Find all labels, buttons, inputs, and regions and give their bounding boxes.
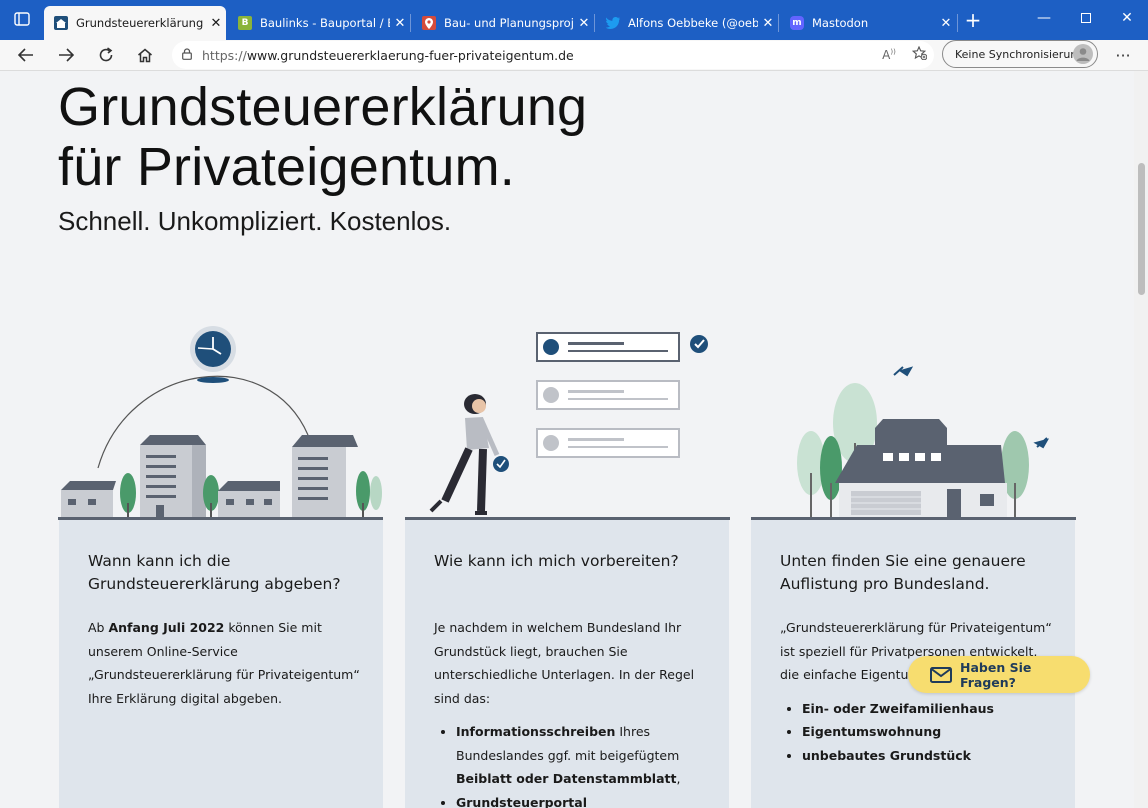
house-illustration bbox=[751, 323, 1076, 523]
checklist-illustration bbox=[405, 323, 730, 523]
tab-label: Bau- und Planungsprojekt bbox=[444, 16, 574, 30]
card-title: Wann kann ich die Grundsteuererklärung a… bbox=[88, 552, 341, 593]
favorite-star-icon[interactable] bbox=[904, 45, 934, 64]
tab-grundsteuer[interactable]: Grundsteuererklärung für ✕ bbox=[44, 6, 226, 40]
list-item: unbebautes Grundstück bbox=[802, 744, 1052, 768]
tab-baulinks[interactable]: B Baulinks - Bauportal / Bau ✕ bbox=[228, 6, 410, 40]
tab-label: Baulinks - Bauportal / Bau bbox=[260, 16, 390, 30]
page-title-line1: Grundsteuererklärung bbox=[58, 77, 588, 137]
list-item-bold: Eigentumswohnung bbox=[802, 724, 942, 739]
more-options-icon[interactable]: ··· bbox=[1110, 42, 1136, 68]
lock-icon[interactable] bbox=[172, 47, 202, 63]
tab-twitter[interactable]: Alfons Oebbeke (@oebbe ✕ bbox=[596, 6, 778, 40]
tab-strip: Grundsteuererklärung für ✕ B Baulinks - … bbox=[0, 0, 1148, 40]
close-icon[interactable]: ✕ bbox=[390, 16, 410, 31]
read-aloud-icon[interactable]: A)) bbox=[874, 48, 904, 62]
page-scrollbar[interactable] bbox=[1134, 71, 1148, 808]
list-item-text: , bbox=[676, 771, 681, 786]
card-text: Je nachdem in welchem Bundesland Ihr Gru… bbox=[434, 616, 706, 808]
mail-icon bbox=[930, 666, 952, 683]
tab-planungsprojekt[interactable]: Bau- und Planungsprojekt ✕ bbox=[412, 6, 594, 40]
list-item: Ein- oder Zweifamilienhaus bbox=[802, 697, 1052, 721]
list-item-bold: unbebautes Grundstück bbox=[802, 747, 971, 763]
tab-divider bbox=[957, 14, 958, 32]
card-title: Wie kann ich mich vorbereiten? bbox=[434, 552, 679, 570]
page-title-line2: für Privateigentum. bbox=[58, 137, 515, 197]
list-item-bold: Ein- oder Zweifamilienhaus bbox=[802, 700, 994, 716]
address-toolbar: https://www.grundsteuererklaerung-fuer-p… bbox=[0, 40, 1148, 71]
property-types-list: Ein- oder Zweifamilienhaus Eigentumswohn… bbox=[780, 697, 1052, 768]
new-tab-button[interactable]: + bbox=[959, 7, 987, 33]
list-item: Eigentumswohnung bbox=[802, 720, 1052, 744]
list-item-bold: Informationsschreiben bbox=[456, 724, 616, 739]
card-text-bold: Anfang Juli 2022 bbox=[108, 620, 225, 635]
card-paragraph: Je nachdem in welchem Bundesland Ihr Gru… bbox=[434, 620, 695, 706]
forward-arrow-icon[interactable] bbox=[52, 42, 80, 68]
tab-label: Grundsteuererklärung für bbox=[76, 16, 206, 30]
close-window-button[interactable]: ✕ bbox=[1104, 0, 1148, 36]
tab-divider bbox=[778, 14, 779, 32]
avatar bbox=[1073, 44, 1093, 64]
buildings-illustration bbox=[58, 323, 383, 523]
minimize-button[interactable]: — bbox=[1021, 0, 1067, 36]
url-scheme: https:// bbox=[202, 47, 247, 63]
page-title: Grundsteuererklärung für Privateigentum. bbox=[58, 77, 587, 197]
home-icon[interactable] bbox=[131, 42, 159, 68]
tab-label: Alfons Oebbeke (@oebbe bbox=[628, 16, 758, 30]
tab-actions-icon[interactable] bbox=[8, 6, 36, 32]
close-icon[interactable]: ✕ bbox=[574, 16, 594, 31]
house-icon bbox=[54, 16, 68, 30]
close-icon[interactable]: ✕ bbox=[758, 16, 778, 31]
address-bar[interactable]: https://www.grundsteuererklaerung-fuer-p… bbox=[172, 41, 934, 69]
tab-label: Mastodon bbox=[812, 16, 869, 30]
help-button-label: Haben Sie Fragen? bbox=[960, 659, 1032, 690]
documents-list: Informationsschreiben Ihres Bundeslandes… bbox=[434, 720, 706, 808]
card-text-part: Ab bbox=[88, 620, 109, 635]
back-arrow-icon[interactable] bbox=[12, 42, 40, 68]
tab-divider bbox=[410, 14, 411, 32]
info-card-prepare: Wie kann ich mich vorbereiten? Je nachde… bbox=[405, 520, 729, 808]
page-subtitle: Schnell. Unkompliziert. Kostenlos. bbox=[58, 206, 452, 236]
twitter-bird-icon bbox=[606, 16, 620, 30]
sync-label: Keine Synchronisierung bbox=[955, 47, 1085, 61]
mastodon-icon: m bbox=[790, 16, 804, 30]
refresh-icon[interactable] bbox=[92, 42, 120, 68]
close-icon[interactable]: ✕ bbox=[936, 16, 956, 31]
url-text[interactable]: https://www.grundsteuererklaerung-fuer-p… bbox=[202, 48, 874, 63]
map-pin-icon bbox=[422, 16, 436, 30]
list-item-bold: Beiblatt oder Datenstammblatt bbox=[456, 771, 677, 786]
baulinks-icon: B bbox=[238, 16, 252, 30]
page-content: Grundsteuererklärung für Privateigentum.… bbox=[0, 71, 1134, 808]
list-item: Informationsschreiben Ihres Bundeslandes… bbox=[456, 720, 706, 791]
scrollbar-thumb[interactable] bbox=[1138, 163, 1145, 295]
card-text: Ab Anfang Juli 2022 können Sie mit unser… bbox=[88, 616, 360, 710]
list-item-bold: Grundsteuerportal (Geodatenportal) bbox=[456, 794, 587, 808]
card-title: Unten finden Sie eine genauere Auflistun… bbox=[780, 552, 1026, 593]
url-host: www.grundsteuererklaerung-fuer-privateig… bbox=[246, 47, 574, 63]
sync-profile-button[interactable]: Keine Synchronisierung bbox=[942, 40, 1098, 68]
info-card-when: Wann kann ich die Grundsteuererklärung a… bbox=[59, 520, 383, 808]
list-item: Grundsteuerportal (Geodatenportal) bbox=[456, 791, 706, 808]
help-questions-button[interactable]: Haben Sie Fragen? bbox=[908, 656, 1090, 693]
maximize-button[interactable] bbox=[1063, 0, 1109, 36]
close-icon[interactable]: ✕ bbox=[206, 16, 226, 31]
browser-window: Grundsteuererklärung für ✕ B Baulinks - … bbox=[0, 0, 1148, 808]
tab-divider bbox=[594, 14, 595, 32]
tab-mastodon[interactable]: m Mastodon ✕ bbox=[780, 6, 956, 40]
